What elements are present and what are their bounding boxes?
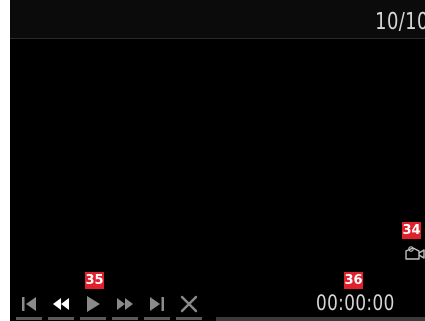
callout-34: 34 bbox=[402, 222, 421, 239]
skip-to-start-button[interactable] bbox=[16, 290, 42, 320]
top-bar: 10/10 bbox=[10, 0, 425, 39]
callout-36: 36 bbox=[344, 272, 363, 289]
play-button[interactable] bbox=[80, 290, 106, 320]
image-counter: 10/10 bbox=[375, 9, 425, 35]
skip-to-end-button[interactable] bbox=[144, 290, 170, 320]
progress-bar[interactable] bbox=[216, 317, 425, 321]
callout-35: 35 bbox=[85, 272, 104, 289]
close-button[interactable] bbox=[176, 290, 202, 320]
video-frame[interactable] bbox=[10, 39, 425, 289]
playback-screen: 10/10 34 35 36 00:00:00 bbox=[10, 0, 425, 321]
timecode: 00:00:00 bbox=[316, 291, 395, 315]
fast-forward-button[interactable] bbox=[112, 290, 138, 320]
video-camera-icon bbox=[403, 244, 425, 262]
rewind-button[interactable] bbox=[48, 290, 74, 320]
playback-controls bbox=[10, 290, 210, 320]
